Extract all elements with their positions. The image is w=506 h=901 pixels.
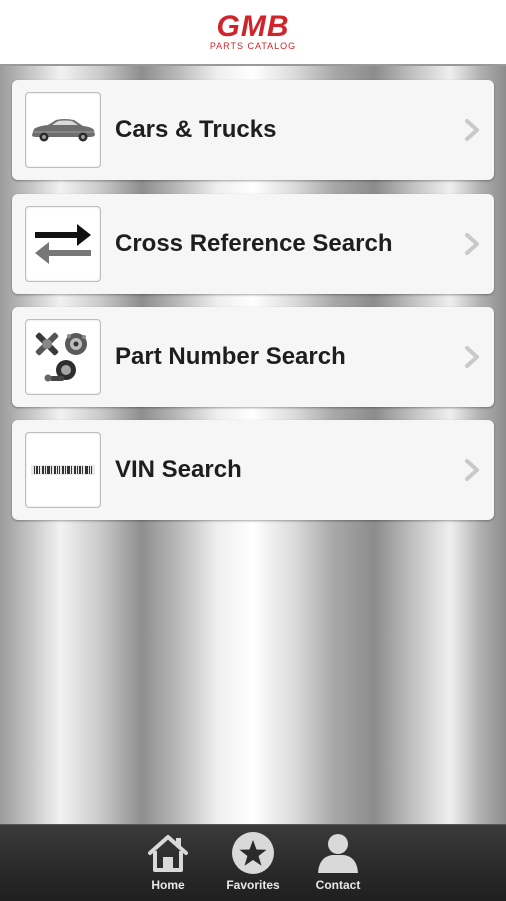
app-header: GMB PARTS CATALOG [0,0,506,66]
menu-item-part-number[interactable]: Part Number Search [12,307,494,407]
menu-item-cross-reference[interactable]: Cross Reference Search [12,194,494,294]
tab-contact[interactable]: Contact [303,831,373,897]
tab-label: Home [151,878,185,892]
bottom-tab-bar: Home Favorites Contact [0,824,506,901]
tab-label: Favorites [226,878,280,892]
menu-item-label: VIN Search [115,456,242,483]
gmb-logo: GMB [216,9,290,43]
menu-item-cars-trucks[interactable]: Cars & Trucks [12,80,494,180]
tab-label: Contact [315,878,361,892]
tab-home[interactable]: Home [133,831,203,897]
menu-item-label: Part Number Search [115,343,346,370]
barcode-icon [25,432,101,508]
swap-arrows-icon [25,206,101,282]
star-icon [230,831,276,875]
home-icon [145,831,191,875]
chevron-right-icon [460,117,484,143]
person-icon [315,831,361,875]
auto-parts-icon [25,319,101,395]
main-content: Cars & Trucks Cross Reference Search Par… [0,66,506,824]
chevron-right-icon [460,231,484,257]
car-icon [25,92,101,168]
menu-item-label: Cars & Trucks [115,116,277,143]
menu-item-vin-search[interactable]: VIN Search [12,420,494,520]
tab-favorites[interactable]: Favorites [218,831,288,897]
chevron-right-icon [460,457,484,483]
menu-item-label: Cross Reference Search [115,230,393,257]
chevron-right-icon [460,344,484,370]
logo-subtitle: PARTS CATALOG [209,40,297,51]
